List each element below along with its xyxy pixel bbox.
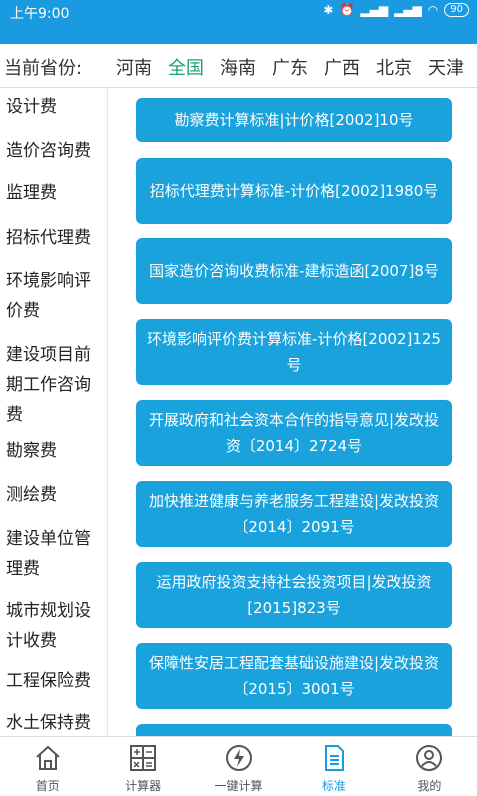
province-tab[interactable]: 广西 [324,54,360,80]
sidebar-item[interactable]: 城市规划设 计收费 [6,596,104,656]
sidebar-item[interactable]: 监理费 [6,178,104,208]
bottom-navigation: 首页 计算器 一键计算 标准 我的 [0,736,477,796]
alarm-icon: ⏰ [339,3,355,17]
sidebar-item[interactable]: 环境影响评 价费 [6,266,104,326]
fee-category-sidebar: 设计费 造价咨询费 监理费 招标代理费 环境影响评 价费 建设项目前 期工作咨询… [0,88,108,736]
wifi-icon: ◠ [427,3,439,17]
sidebar-item-label: 测绘费 [6,485,57,505]
province-tab[interactable]: 广东 [272,54,308,80]
user-icon [416,745,443,771]
province-tab[interactable]: 海南 [220,54,256,80]
province-tabs: 河南 全国 海南 广东 广西 北京 天津 [116,54,477,80]
sidebar-item-label: 招标代理费 [6,228,91,248]
nav-calculator[interactable]: 计算器 [95,737,190,796]
document-icon [324,745,344,771]
status-time: 上午9:00 [10,6,70,22]
battery-icon: 90 [444,3,469,17]
sidebar-item-label: 建设单位管 理费 [6,529,91,579]
nav-calculator-label: 计算器 [125,779,162,793]
standard-item-button[interactable]: 开展政府和社会资本合作的指导意见|发改投资〔2014〕2724号 [136,400,452,466]
standard-item-button[interactable]: 保障性安居工程配套基础设施建设|发改投资〔2015〕3001号 [136,643,452,709]
province-bar: 当前省份: 河南 全国 海南 广东 广西 北京 天津 [0,44,477,88]
sidebar-item[interactable]: 招标代理费 [6,223,104,253]
nav-quick-calc-label: 一键计算 [214,779,263,793]
status-icons: ✱ ⏰ ▂▄▆ ▂▄▆ ◠ 90 [323,3,469,17]
sidebar-item-label: 设计费 [6,97,57,117]
nav-home[interactable]: 首页 [0,737,95,796]
standard-item-button[interactable]: 国家造价咨询收费标准-建标造函[2007]8号 [136,238,452,304]
province-label: 当前省份: [4,58,83,79]
sidebar-item-label: 环境影响评 价费 [6,271,91,321]
calculator-icon [130,745,157,771]
signal-icon: ▂▄▆ [360,3,389,17]
province-tab[interactable]: 天津 [428,54,464,80]
sidebar-item[interactable]: 造价咨询费 [6,136,104,166]
sidebar-item[interactable]: 设计费 [6,92,104,122]
nav-standards[interactable]: 标准 [286,737,381,796]
standard-item-button[interactable]: 环境影响评价费计算标准-计价格[2002]125号 [136,319,452,385]
nav-profile-label: 我的 [417,779,442,793]
sidebar-item[interactable]: 建设单位管 理费 [6,524,104,584]
sidebar-item[interactable]: 勘察费 [6,436,104,466]
nav-home-label: 首页 [35,779,60,793]
sidebar-item[interactable]: 水土保持费 [6,708,104,736]
nav-standards-label: 标准 [321,779,346,793]
nav-quick-calc[interactable]: 一键计算 [191,737,286,796]
sidebar-item-label: 水土保持费 [6,713,91,733]
standard-item-button[interactable]: 招标代理费计算标准-计价格[2002]1980号 [136,158,452,224]
sidebar-item[interactable]: 测绘费 [6,480,104,510]
sidebar-item[interactable]: 工程保险费 [6,666,104,696]
sidebar-item-label: 工程保险费 [6,671,91,691]
lightning-icon [225,745,252,771]
status-bar: 上午9:00 ✱ ⏰ ▂▄▆ ▂▄▆ ◠ 90 [0,0,477,44]
province-tab[interactable]: 北京 [376,54,412,80]
standards-list: 勘察费计算标准|计价格[2002]10号 招标代理费计算标准-计价格[2002]… [108,88,477,736]
standard-item-button[interactable]: 运用政府投资支持社会投资项目|发改投资[2015]823号 [136,562,452,628]
bluetooth-icon: ✱ [323,3,334,17]
home-icon [36,745,60,770]
sidebar-item-label: 勘察费 [6,441,57,461]
signal-icon: ▂▄▆ [394,3,422,17]
standard-item-button[interactable]: 勘察费计算标准|计价格[2002]10号 [136,98,452,142]
province-tab-active[interactable]: 全国 [168,54,204,80]
standard-item-button[interactable]: 加快推进健康与养老服务工程建设|发改投资〔2014〕2091号 [136,481,452,547]
sidebar-item-label: 建设项目前 期工作咨询 费 [6,345,91,425]
nav-profile[interactable]: 我的 [382,737,477,796]
sidebar-item-label: 监理费 [6,183,57,203]
sidebar-item-label: 城市规划设 计收费 [6,601,91,651]
province-tab[interactable]: 河南 [116,54,152,80]
sidebar-item[interactable]: 建设项目前 期工作咨询 费 [6,340,104,430]
standard-item-button-partial[interactable] [136,724,452,736]
sidebar-item-label: 造价咨询费 [6,141,91,161]
